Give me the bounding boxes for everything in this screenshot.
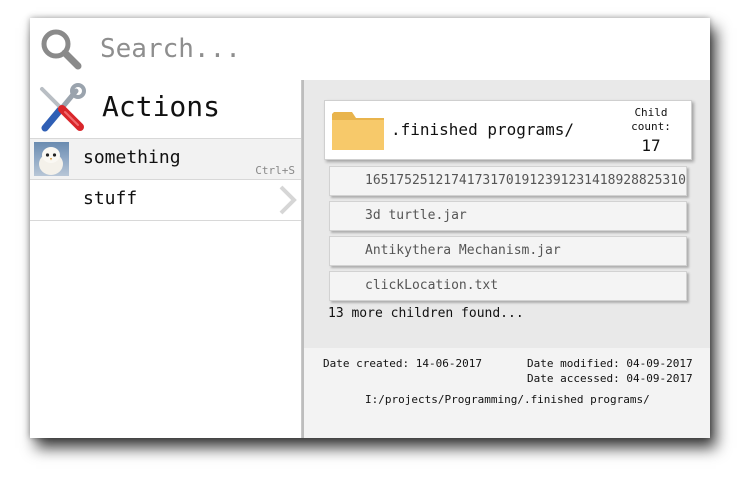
child-item[interactable]: clickLocation.txt <box>329 271 687 301</box>
actions-panel: Actions something Ctrl+S stuff <box>30 80 302 438</box>
bird-avatar-icon <box>39 147 63 175</box>
child-count-label: Child count: <box>631 106 671 133</box>
child-label: 1651752512174173170191239123141892882531… <box>365 173 687 188</box>
folder-name: .finished programs/ <box>391 120 575 139</box>
actions-title: Actions <box>102 90 221 123</box>
date-created: Date created: 14-06-2017 <box>323 357 482 370</box>
child-label: clickLocation.txt <box>365 278 499 293</box>
action-label: stuff <box>83 188 138 209</box>
search-input[interactable] <box>100 28 690 70</box>
details-panel: .finished programs/ Child count: 17 1651… <box>302 80 710 348</box>
action-label: something <box>83 147 181 168</box>
child-item[interactable]: 3d turtle.jar <box>329 201 687 231</box>
more-children-text: 13 more children found... <box>328 306 524 321</box>
file-info-panel: Date created: 14-06-2017 Date modified: … <box>302 348 710 438</box>
launcher-window: Actions something Ctrl+S stuff <box>30 18 710 438</box>
action-item-stuff[interactable]: stuff <box>30 180 301 221</box>
chevron-right-icon[interactable] <box>276 184 298 216</box>
file-path: I:/projects/Programming/.finished progra… <box>365 393 650 406</box>
action-item-something[interactable]: something Ctrl+S <box>30 139 301 180</box>
folder-card[interactable]: .finished programs/ Child count: 17 <box>324 100 692 160</box>
folder-icon <box>332 112 384 150</box>
date-accessed: Date accessed: 04-09-2017 <box>527 372 693 385</box>
child-label: Antikythera Mechanism.jar <box>365 243 561 258</box>
child-count-value: 17 <box>641 136 661 155</box>
tools-icon <box>40 83 86 132</box>
child-label: 3d turtle.jar <box>365 208 467 223</box>
avatar <box>34 142 69 176</box>
search-icon <box>41 29 82 70</box>
search-bar <box>30 18 710 81</box>
date-modified: Date modified: 04-09-2017 <box>527 357 693 370</box>
actions-header: Actions <box>30 80 301 139</box>
child-item[interactable]: 1651752512174173170191239123141892882531… <box>329 166 687 196</box>
shortcut-hint: Ctrl+S <box>255 164 295 177</box>
child-item[interactable]: Antikythera Mechanism.jar <box>329 236 687 266</box>
